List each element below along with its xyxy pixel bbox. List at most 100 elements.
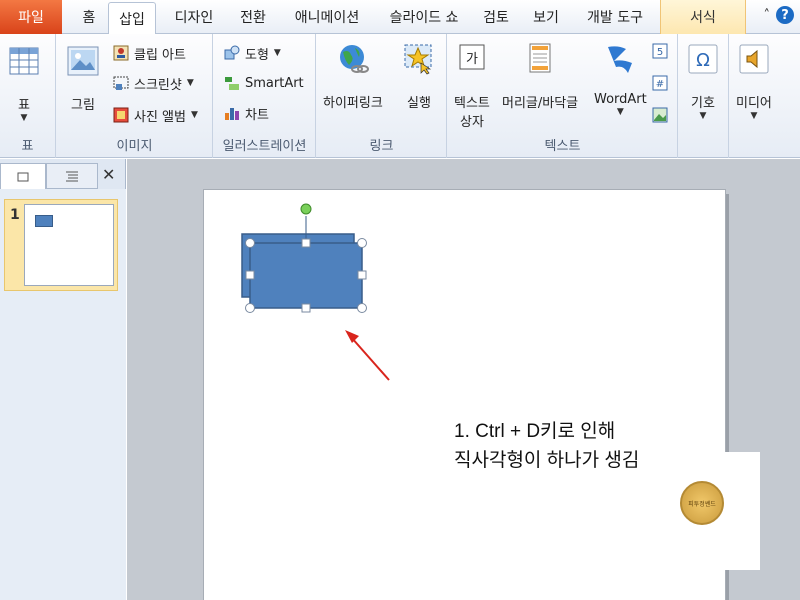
tab-design[interactable]: 디자인 xyxy=(164,2,224,32)
chart-button[interactable]: 차트 xyxy=(224,102,269,124)
screenshot-icon xyxy=(113,76,129,90)
omega-icon: Ω xyxy=(688,44,718,74)
minimize-ribbon-icon[interactable]: ˄ xyxy=(764,8,771,23)
table-button[interactable]: 표 ▼ xyxy=(8,44,40,123)
resize-handle-bottom[interactable] xyxy=(301,303,311,313)
photo-album-label: 사진 앨범 xyxy=(134,109,186,125)
picture-icon xyxy=(67,46,99,76)
header-footer-icon xyxy=(529,43,551,73)
header-footer-label: 머리글/바닥글 xyxy=(502,96,579,111)
svg-text:Ω: Ω xyxy=(696,50,710,71)
tab-home[interactable]: 홈 xyxy=(72,2,106,32)
object-icon xyxy=(652,107,668,123)
chevron-down-icon: ▼ xyxy=(699,111,707,121)
date-time-icon: 5 xyxy=(652,43,668,59)
duplicated-rectangle[interactable] xyxy=(249,242,363,309)
tab-view[interactable]: 보기 xyxy=(524,2,568,32)
globe-link-icon xyxy=(339,45,369,73)
chevron-down-icon: ▼ xyxy=(616,107,624,117)
chevron-down-icon: ▼ xyxy=(186,78,194,88)
resize-handle-left[interactable] xyxy=(245,270,255,280)
annotation-arrow-line xyxy=(350,336,390,381)
annotation-line-2: 직사각형이 하나가 생김 xyxy=(454,450,640,471)
group-symbols: Ω 기호 ▼ xyxy=(679,34,729,158)
resize-handle-top[interactable] xyxy=(301,238,311,248)
tab-slideshow[interactable]: 슬라이드 쇼 xyxy=(378,2,470,32)
picture-label: 그림 xyxy=(71,98,95,113)
ribbon-insert: 표 ▼ 표 그림 클립 아트 스크린샷 ▼ 사진 앨범 ▼ 이미지 도형 ▼ S… xyxy=(0,34,800,158)
shapes-button[interactable]: 도형 ▼ xyxy=(224,42,281,64)
tab-transitions[interactable]: 전환 xyxy=(230,2,276,32)
photo-album-icon xyxy=(113,107,129,123)
picture-button[interactable]: 그림 xyxy=(67,44,99,113)
smartart-label: SmartArt xyxy=(245,75,304,91)
group-label-table: 표 xyxy=(21,139,34,154)
chevron-down-icon: ▼ xyxy=(750,111,758,121)
tab-animations[interactable]: 애니메이션 xyxy=(282,2,372,32)
tab-review[interactable]: 검토 xyxy=(474,2,518,32)
object-button[interactable] xyxy=(652,104,668,126)
screenshot-button[interactable]: 스크린샷 ▼ xyxy=(113,72,194,94)
media-button[interactable]: 미디어 ▼ xyxy=(736,42,772,121)
group-table: 표 ▼ 표 xyxy=(0,34,56,158)
group-media: 미디어 ▼ xyxy=(730,34,800,158)
action-star-icon xyxy=(404,44,432,75)
annotation-line-1: 1. Ctrl + D키로 인해 xyxy=(454,421,616,442)
chart-icon xyxy=(225,108,239,120)
tab-insert[interactable]: 삽입 xyxy=(108,2,156,35)
smartart-button[interactable]: SmartArt xyxy=(224,72,304,94)
header-footer-button[interactable]: 머리글/바닥글 xyxy=(502,42,578,111)
wordart-button[interactable]: WordArt ▼ xyxy=(594,42,647,117)
slides-pane: ✕ 1 xyxy=(0,159,126,600)
watermark-background xyxy=(724,452,760,570)
group-label-links: 링크 xyxy=(369,139,394,154)
textbox-label-line1: 텍스트 xyxy=(454,96,490,111)
tab-developer[interactable]: 개발 도구 xyxy=(574,2,656,32)
screenshot-label: 스크린샷 xyxy=(134,77,182,93)
tab-file[interactable]: 파일 xyxy=(0,0,62,34)
group-images: 그림 클립 아트 스크린샷 ▼ 사진 앨범 ▼ 이미지 xyxy=(57,34,213,158)
group-label-text: 텍스트 xyxy=(544,139,581,154)
tab-slides[interactable] xyxy=(0,163,46,189)
clipart-icon xyxy=(113,45,129,61)
resize-handle-bottom-left[interactable] xyxy=(245,303,255,313)
textbox-label-line2: 상자 xyxy=(459,115,484,130)
slides-icon xyxy=(17,172,29,181)
shapes-label: 도형 xyxy=(245,47,269,63)
outline-icon xyxy=(66,171,78,182)
slide-number-button[interactable]: # xyxy=(652,72,668,94)
group-illustrations: 도형 ▼ SmartArt 차트 일러스트레이션 xyxy=(214,34,316,158)
svg-text:#: # xyxy=(656,79,664,90)
wordart-label: WordArt xyxy=(594,92,647,107)
photo-album-button[interactable]: 사진 앨범 ▼ xyxy=(113,104,198,126)
watermark-logo-text: 피투정쎈드 xyxy=(688,500,716,508)
rotation-handle[interactable] xyxy=(300,203,312,215)
textbox-button[interactable]: 가 텍스트 상자 xyxy=(454,42,490,130)
pane-tabs: ✕ xyxy=(0,163,126,189)
symbol-button[interactable]: Ω 기호 ▼ xyxy=(687,42,719,121)
close-icon[interactable]: ✕ xyxy=(102,165,115,184)
slide-canvas[interactable]: 1. Ctrl + D키로 인해 직사각형이 하나가 생김 xyxy=(204,190,725,600)
wordart-icon xyxy=(608,46,633,73)
clipart-button[interactable]: 클립 아트 xyxy=(113,42,186,64)
group-text: 가 텍스트 상자 머리글/바닥글 WordArt ▼ 5 # 텍스트 xyxy=(448,34,678,158)
tab-outline[interactable] xyxy=(46,163,98,189)
watermark-logo: 피투정쎈드 xyxy=(680,481,724,525)
action-button[interactable]: 실행 xyxy=(403,42,435,111)
tab-format[interactable]: 서식 xyxy=(660,0,746,34)
slide-shapes xyxy=(241,203,390,381)
speaker-icon xyxy=(739,44,769,74)
table-icon xyxy=(9,47,39,75)
resize-handle-top-left[interactable] xyxy=(245,238,255,248)
resize-handle-top-right[interactable] xyxy=(357,238,367,248)
date-time-button[interactable]: 5 xyxy=(652,40,668,62)
slide-thumbnail[interactable] xyxy=(24,204,114,286)
chevron-down-icon: ▼ xyxy=(190,110,198,120)
slide-number: 1 xyxy=(10,207,20,223)
resize-handle-bottom-right[interactable] xyxy=(357,303,367,313)
ribbon-tab-bar: 파일 홈 삽입 디자인 전환 애니메이션 슬라이드 쇼 검토 보기 개발 도구 … xyxy=(0,0,800,35)
resize-handle-right[interactable] xyxy=(357,270,367,280)
hyperlink-button[interactable]: 하이퍼링크 xyxy=(323,42,383,111)
media-label: 미디어 xyxy=(736,96,772,111)
help-icon[interactable]: ? xyxy=(776,6,794,24)
